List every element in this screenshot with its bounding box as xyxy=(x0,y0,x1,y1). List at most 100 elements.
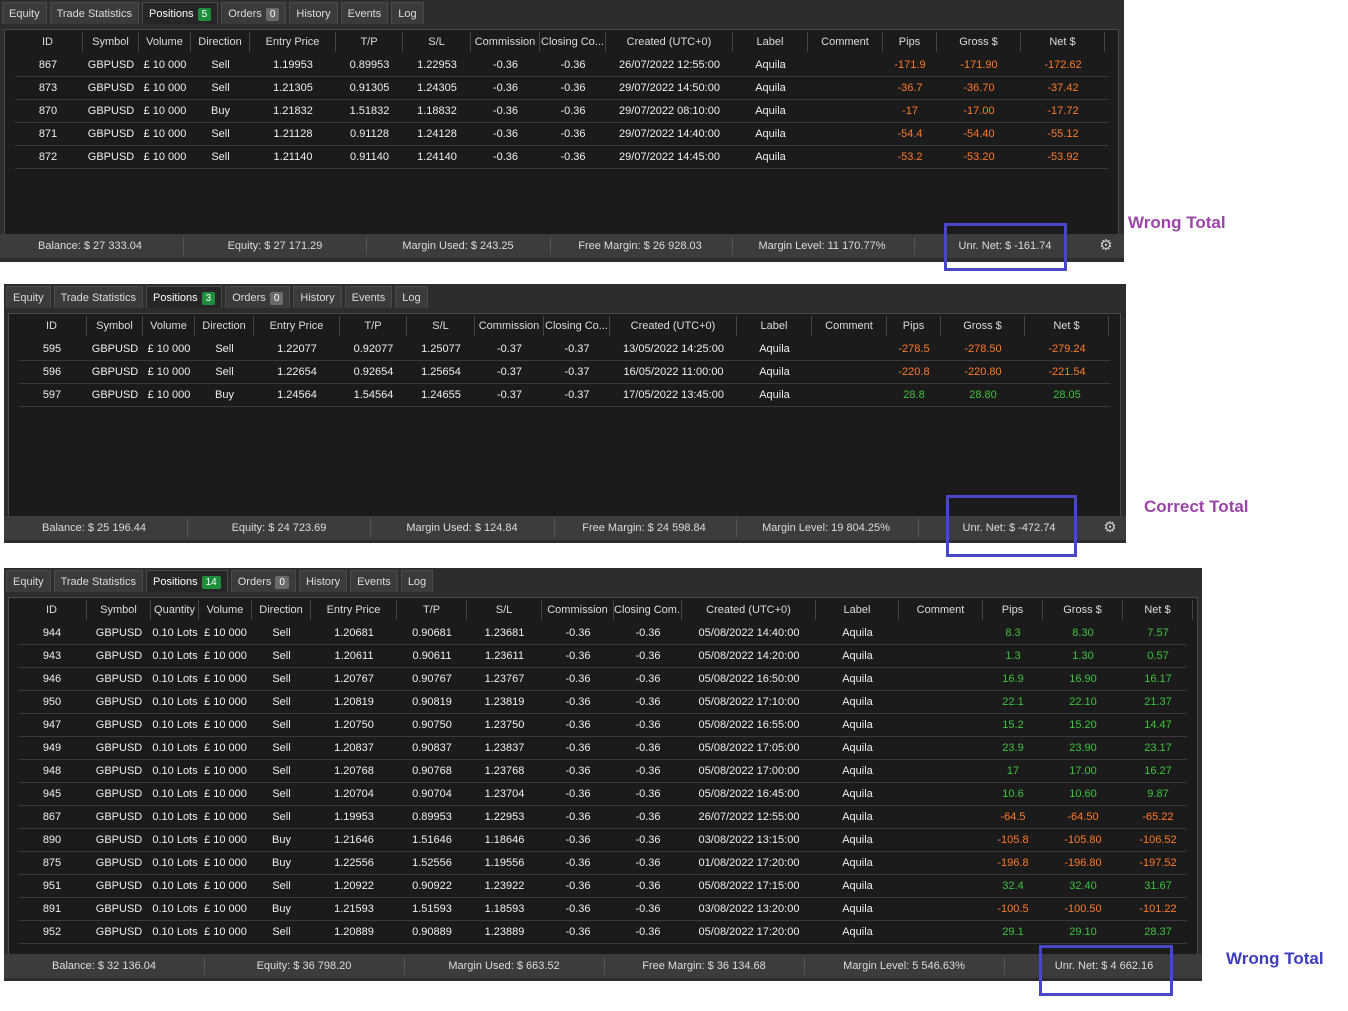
tab-history[interactable]: History xyxy=(298,570,348,592)
column-header[interactable]: Label xyxy=(733,32,808,52)
table-row[interactable]: 952 GBPUSD 0.10 Lots £ 10 000 Sell 1.20889 0.9… xyxy=(19,921,1187,944)
column-header[interactable]: ID xyxy=(17,316,87,336)
column-header[interactable]: Comment xyxy=(812,316,887,336)
tab-equity[interactable]: Equity xyxy=(6,286,51,308)
tab-history[interactable]: History xyxy=(293,286,342,308)
column-header[interactable]: Closing Co... xyxy=(544,316,610,336)
table-row[interactable]: 946 GBPUSD 0.10 Lots £ 10 000 Sell 1.20767 0.9… xyxy=(19,668,1187,691)
tab-events[interactable]: Events xyxy=(350,570,398,592)
column-header[interactable]: Symbol xyxy=(87,316,143,336)
tab-positions[interactable]: Positions 14 xyxy=(145,570,228,592)
tab-trade-statistics[interactable]: Trade Statistics xyxy=(49,2,139,24)
column-header[interactable]: Label xyxy=(737,316,812,336)
column-header[interactable]: S/L xyxy=(467,600,542,620)
column-header[interactable]: ID xyxy=(17,600,87,620)
column-header[interactable]: Label xyxy=(816,600,899,620)
column-header[interactable]: Closing Com... xyxy=(614,600,682,620)
cell-direction: Sell xyxy=(272,673,291,685)
column-header[interactable]: Entry Price xyxy=(250,32,336,52)
table-row[interactable]: 597 GBPUSD £ 10 000 Buy 1.24564 1.54564 … xyxy=(19,384,1110,407)
column-header[interactable]: Direction xyxy=(252,600,311,620)
table-row[interactable]: 867 GBPUSD 0.10 Lots £ 10 000 Sell 1.19953 0.8… xyxy=(19,806,1187,829)
cell-label: Aquila xyxy=(842,834,873,846)
tab-orders[interactable]: Orders 0 xyxy=(225,286,291,308)
column-header[interactable]: Commission xyxy=(471,32,540,52)
column-header[interactable]: Net $ xyxy=(1025,316,1109,336)
tab-log[interactable]: Log xyxy=(395,286,428,308)
column-header[interactable]: Gross $ xyxy=(1043,600,1123,620)
tab-positions[interactable]: Positions 3 xyxy=(145,286,223,308)
table-row[interactable]: 945 GBPUSD 0.10 Lots £ 10 000 Sell 1.20704 0.9… xyxy=(19,783,1187,806)
table-row[interactable]: 949 GBPUSD 0.10 Lots £ 10 000 Sell 1.20837 0.9… xyxy=(19,737,1187,760)
column-header[interactable]: Created (UTC+0) xyxy=(610,316,737,336)
table-row[interactable]: 950 GBPUSD 0.10 Lots £ 10 000 Sell 1.20819 0.9… xyxy=(19,691,1187,714)
tab-equity[interactable]: Equity xyxy=(2,2,47,24)
gear-icon[interactable]: ⚙ xyxy=(1102,519,1118,537)
table-row[interactable]: 890 GBPUSD 0.10 Lots £ 10 000 Buy 1.21646 1.51… xyxy=(19,829,1187,852)
tab-equity[interactable]: Equity xyxy=(6,570,51,592)
column-header[interactable]: Net $ xyxy=(1123,600,1193,620)
column-header[interactable]: Created (UTC+0) xyxy=(606,32,733,52)
cell-created: 29/07/2022 14:50:00 xyxy=(619,82,720,94)
column-header[interactable]: Commission xyxy=(542,600,614,620)
column-header[interactable]: Direction xyxy=(191,32,250,52)
table-row[interactable]: 947 GBPUSD 0.10 Lots £ 10 000 Sell 1.20750 0.9… xyxy=(19,714,1187,737)
table-row[interactable]: 867 GBPUSD £ 10 000 Sell 1.19953 0.89953… xyxy=(15,54,1108,77)
column-header[interactable]: Commission xyxy=(475,316,544,336)
column-header[interactable]: T/P xyxy=(397,600,467,620)
cell-comment xyxy=(808,54,883,76)
table-row[interactable]: 891 GBPUSD 0.10 Lots £ 10 000 Buy 1.21593 1.51… xyxy=(19,898,1187,921)
column-header[interactable]: Pips xyxy=(887,316,941,336)
column-header[interactable]: Symbol xyxy=(87,600,151,620)
column-header[interactable]: Net $ xyxy=(1021,32,1105,52)
table-row[interactable]: 873 GBPUSD £ 10 000 Sell 1.21305 0.91305… xyxy=(15,77,1108,100)
column-header[interactable]: Pips xyxy=(883,32,937,52)
column-header[interactable]: Direction xyxy=(195,316,254,336)
table-row[interactable]: 872 GBPUSD £ 10 000 Sell 1.21140 0.91140… xyxy=(15,146,1108,169)
table-row[interactable]: 951 GBPUSD 0.10 Lots £ 10 000 Sell 1.20922 0.9… xyxy=(19,875,1187,898)
tab-orders[interactable]: Orders 0 xyxy=(221,2,287,24)
column-header[interactable]: Symbol xyxy=(83,32,139,52)
margin-used-status: Margin Used: $ 124.84 xyxy=(406,522,518,534)
column-header[interactable]: Comment xyxy=(808,32,883,52)
column-header[interactable]: ID xyxy=(13,32,83,52)
column-header[interactable]: Volume xyxy=(199,600,252,620)
column-header[interactable]: S/L xyxy=(407,316,475,336)
column-header[interactable]: Volume xyxy=(143,316,195,336)
gear-icon[interactable]: ⚙ xyxy=(1098,237,1114,255)
table-row[interactable]: 943 GBPUSD 0.10 Lots £ 10 000 Sell 1.20611 0.9… xyxy=(19,645,1187,668)
column-header[interactable]: S/L xyxy=(403,32,471,52)
column-header[interactable]: T/P xyxy=(336,32,403,52)
tab-trade-statistics[interactable]: Trade Statistics xyxy=(53,286,143,308)
cell-closing-commission: -0.36 xyxy=(560,151,586,163)
tab-trade-statistics[interactable]: Trade Statistics xyxy=(53,570,143,592)
tab-log[interactable]: Log xyxy=(400,570,434,592)
column-header[interactable]: Quantity xyxy=(151,600,199,620)
cell-tp: 0.90837 xyxy=(412,742,452,754)
tab-events[interactable]: Events xyxy=(344,286,393,308)
column-header[interactable]: Pips xyxy=(983,600,1043,620)
cell-volume: £ 10 000 xyxy=(204,627,247,639)
column-header[interactable]: Volume xyxy=(139,32,191,52)
table-row[interactable]: 871 GBPUSD £ 10 000 Sell 1.21128 0.91128… xyxy=(15,123,1108,146)
column-header[interactable]: Gross $ xyxy=(937,32,1021,52)
table-row[interactable]: 875 GBPUSD 0.10 Lots £ 10 000 Buy 1.22556 1.52… xyxy=(19,852,1187,875)
table-row[interactable]: 944 GBPUSD 0.10 Lots £ 10 000 Sell 1.20681 0.9… xyxy=(19,622,1187,645)
column-header[interactable]: Comment xyxy=(899,600,983,620)
cell-created: 03/08/2022 13:15:00 xyxy=(698,834,800,846)
tab-positions[interactable]: Positions 5 xyxy=(141,2,219,24)
column-header[interactable]: T/P xyxy=(340,316,407,336)
table-row[interactable]: 596 GBPUSD £ 10 000 Sell 1.22654 0.92654… xyxy=(19,361,1110,384)
column-header[interactable]: Gross $ xyxy=(941,316,1025,336)
table-row[interactable]: 870 GBPUSD £ 10 000 Buy 1.21832 1.51832 … xyxy=(15,100,1108,123)
column-header[interactable]: Closing Co... xyxy=(540,32,606,52)
column-header[interactable]: Created (UTC+0) xyxy=(682,600,816,620)
tab-events[interactable]: Events xyxy=(340,2,389,24)
table-row[interactable]: 595 GBPUSD £ 10 000 Sell 1.22077 0.92077… xyxy=(19,338,1110,361)
table-row[interactable]: 948 GBPUSD 0.10 Lots £ 10 000 Sell 1.20768 0.9… xyxy=(19,760,1187,783)
tab-log[interactable]: Log xyxy=(391,2,424,24)
column-header[interactable]: Entry Price xyxy=(254,316,340,336)
tab-history[interactable]: History xyxy=(289,2,338,24)
column-header[interactable]: Entry Price xyxy=(311,600,397,620)
tab-orders[interactable]: Orders 0 xyxy=(230,570,296,592)
